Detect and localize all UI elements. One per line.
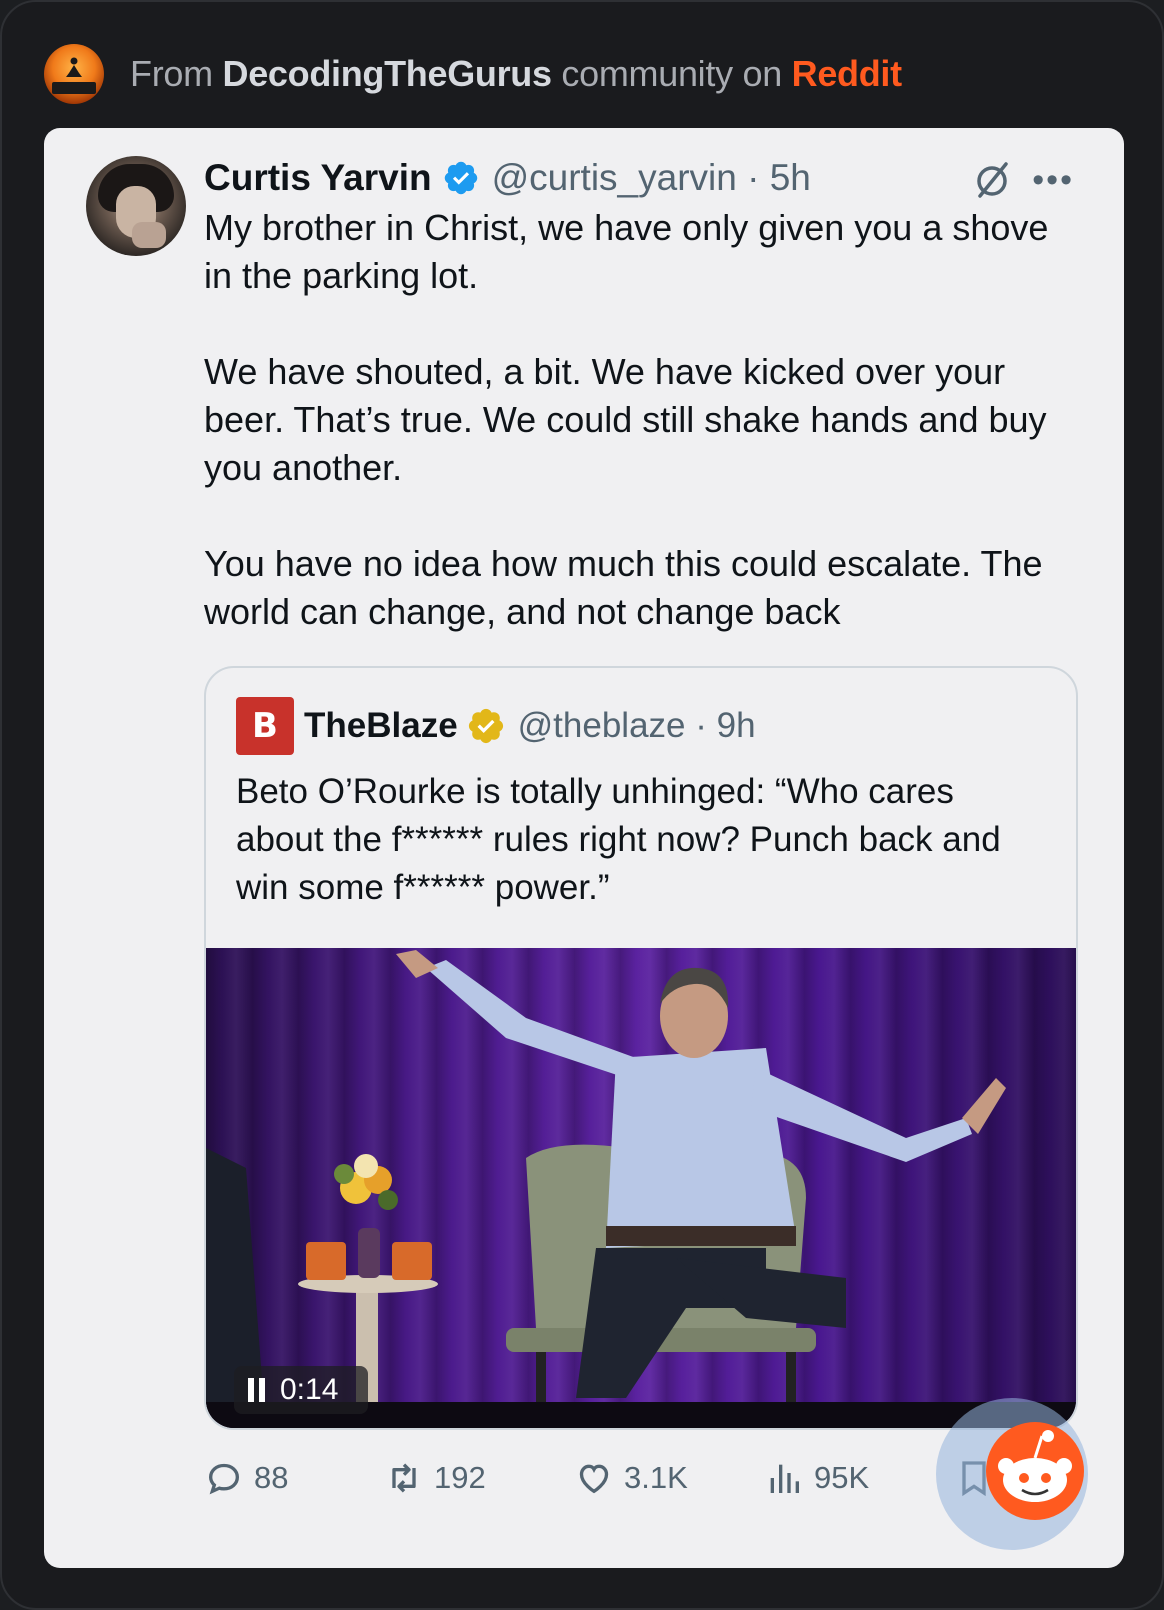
source-middle: community on bbox=[551, 53, 792, 94]
quoted-author-row: B TheBlaze @theblaze · 9h bbox=[236, 697, 756, 755]
avatar-hand bbox=[132, 222, 166, 248]
tweet-paragraph: My brother in Christ, we have only given… bbox=[204, 207, 1049, 296]
author-handle-time[interactable]: @curtis_yarvin · 5h bbox=[492, 157, 811, 199]
gold-verified-badge-icon bbox=[468, 708, 503, 744]
repost-count: 192 bbox=[434, 1460, 486, 1495]
tweet-card: Curtis Yarvin @curtis_yarvin · 5h ••• My… bbox=[44, 128, 1124, 1568]
grok-icon[interactable] bbox=[972, 160, 1012, 200]
tweet-top-actions: ••• bbox=[972, 160, 1074, 200]
video-frame-image bbox=[206, 950, 1006, 1428]
quoted-tweet[interactable]: B TheBlaze @theblaze · 9h Beto O’Rourke … bbox=[204, 666, 1078, 1430]
reply-count: 88 bbox=[254, 1460, 289, 1495]
reddit-share-frame: From DecodingTheGurus community on Reddi… bbox=[0, 0, 1164, 1610]
community-logo-banner bbox=[52, 82, 96, 94]
source-line: From DecodingTheGurus community on Reddi… bbox=[130, 53, 902, 95]
tweet-text: My brother in Christ, we have only given… bbox=[204, 204, 1084, 636]
tweet-paragraph: You have no idea how much this could esc… bbox=[204, 543, 1043, 632]
theblaze-logo[interactable]: B bbox=[236, 697, 294, 755]
pause-icon[interactable] bbox=[248, 1378, 266, 1402]
view-count: 95K bbox=[814, 1460, 870, 1495]
reddit-link[interactable]: Reddit bbox=[792, 53, 903, 94]
community-name-link[interactable]: DecodingTheGurus bbox=[223, 53, 553, 94]
video-player[interactable]: 0:14 bbox=[206, 948, 1076, 1428]
community-logo bbox=[44, 44, 104, 104]
like-button[interactable]: 3.1K bbox=[574, 1458, 764, 1498]
views-chart-icon bbox=[770, 1464, 799, 1493]
avatar[interactable] bbox=[86, 156, 186, 256]
reply-button[interactable]: 88 bbox=[204, 1458, 384, 1498]
quoted-handle-time[interactable]: @theblaze · 9h bbox=[518, 706, 756, 746]
meditating-figure-icon bbox=[66, 57, 82, 77]
like-count: 3.1K bbox=[624, 1460, 688, 1495]
snoo-face-icon bbox=[998, 1430, 1072, 1502]
quoted-tweet-text: Beto O’Rourke is totally unhinged: “Who … bbox=[236, 772, 1001, 907]
verified-badge-icon bbox=[444, 161, 477, 195]
repost-button[interactable]: 192 bbox=[384, 1458, 574, 1498]
repost-icon bbox=[392, 1463, 416, 1493]
quoted-author-name[interactable]: TheBlaze bbox=[304, 706, 458, 746]
video-controls[interactable]: 0:14 bbox=[234, 1366, 368, 1414]
tweet-author-row: Curtis Yarvin @curtis_yarvin · 5h ••• bbox=[204, 156, 1074, 200]
reply-icon bbox=[208, 1463, 240, 1495]
source-header: From DecodingTheGurus community on Reddi… bbox=[44, 44, 1124, 104]
tweet-paragraph: We have shouted, a bit. We have kicked o… bbox=[204, 351, 1047, 488]
views-button[interactable]: 95K bbox=[764, 1458, 954, 1498]
author-name[interactable]: Curtis Yarvin bbox=[204, 157, 432, 199]
reddit-snoo-icon[interactable] bbox=[986, 1422, 1084, 1520]
source-prefix: From bbox=[130, 53, 223, 94]
more-options-icon[interactable]: ••• bbox=[1032, 163, 1074, 197]
video-timestamp: 0:14 bbox=[280, 1373, 339, 1406]
heart-icon bbox=[579, 1464, 609, 1494]
